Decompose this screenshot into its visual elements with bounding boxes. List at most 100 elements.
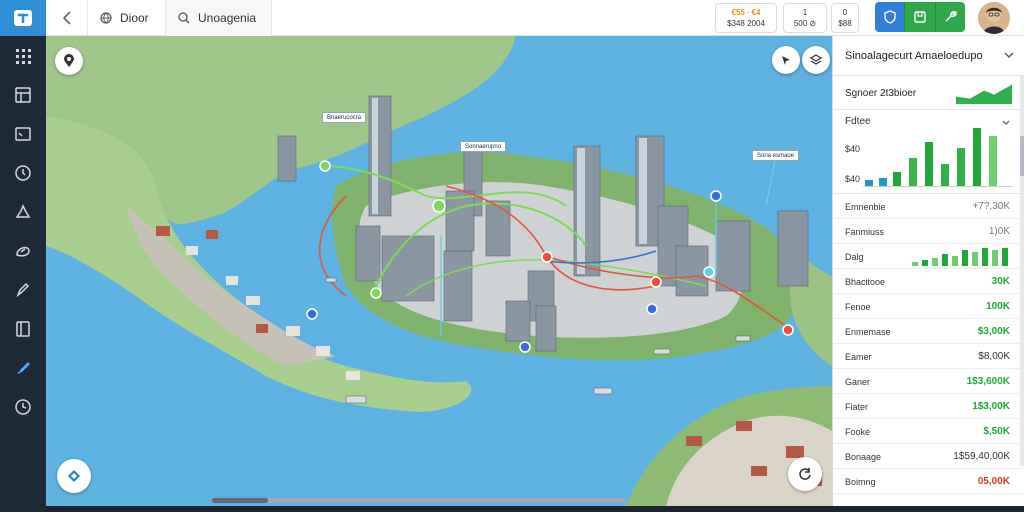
table-row[interactable]: Fiater 1$3,00K <box>833 394 1024 419</box>
layers-icon <box>810 54 822 65</box>
rail-item-history[interactable] <box>0 387 46 426</box>
details-panel: Sinoalagecurt Amaeloedupo Sgnoer 2t3bioe… <box>832 36 1024 506</box>
row-label: Ganer <box>845 377 871 387</box>
table-row[interactable]: Fanmiuss 1)0K <box>833 219 1024 244</box>
scroll-thumb[interactable] <box>212 498 268 503</box>
rail-item-compass[interactable] <box>0 231 46 270</box>
summary-row: Sgnoer 2t3bioer <box>833 76 1024 110</box>
app-logo-icon[interactable] <box>0 0 46 36</box>
stat-2-top: 1 <box>802 8 808 17</box>
table-row[interactable]: Bhacitooe 30K <box>833 269 1024 294</box>
rail-item-paint[interactable] <box>0 348 46 387</box>
row-label: Fiater <box>845 402 869 412</box>
map-horizontal-scrollbar[interactable] <box>212 498 626 503</box>
history-icon <box>15 398 31 415</box>
panel-rows: Emnenbie +7?,30K Fanmiuss 1)0K Dalg Bhacitooe… <box>833 194 1024 494</box>
table-row[interactable]: Ganer 1$3,600K <box>833 369 1024 394</box>
user-avatar[interactable] <box>978 2 1010 34</box>
location-pin-icon <box>64 54 74 67</box>
back-button[interactable] <box>46 0 88 36</box>
stat-3-bottom: $88 <box>838 19 852 28</box>
clock-icon <box>15 164 31 181</box>
row-label: Bhacitooe <box>845 277 886 287</box>
tool-button[interactable] <box>934 2 965 32</box>
left-rail <box>0 0 46 512</box>
row-label: Fanmiuss <box>845 227 885 237</box>
action-group <box>875 2 965 32</box>
table-row[interactable]: Dalg <box>833 244 1024 269</box>
map-tag-3[interactable]: Sona esmaoe <box>752 150 800 161</box>
row-label: Fooke <box>845 427 871 437</box>
search-icon <box>178 12 190 24</box>
panel-header[interactable]: Sinoalagecurt Amaeloedupo <box>833 36 1024 76</box>
panel-scrollbar[interactable] <box>1020 76 1024 466</box>
globe-icon <box>100 12 112 24</box>
panel-bar-chart <box>863 128 1013 187</box>
tab-unoagenia-label: Unoagenia <box>198 11 257 25</box>
row-mini-bars <box>912 248 1008 266</box>
rail-item-clock[interactable] <box>0 153 46 192</box>
table-row[interactable]: Bonaage 1$59,40,00K <box>833 444 1024 469</box>
rail-item-chart[interactable] <box>0 114 46 153</box>
row-value: 1$3,600K <box>966 376 1010 387</box>
chevron-down-icon[interactable] <box>1004 52 1014 59</box>
row-label: Bonaage <box>845 452 882 462</box>
map-viewport[interactable]: Bnaerucocra Sonnaerupno Sona esmaoe <box>46 36 832 506</box>
map-tag-2[interactable]: Sonnaerupno <box>460 141 507 152</box>
chart-y-label-2: $40 <box>845 174 861 184</box>
mini-bar <box>912 262 918 266</box>
table-row[interactable]: Emnenbie +7?,30K <box>833 194 1024 219</box>
map-layers-button[interactable] <box>802 46 830 74</box>
rail-item-home[interactable] <box>0 192 46 231</box>
table-row[interactable]: Enmemase $3,00K <box>833 319 1024 344</box>
rail-item-layers[interactable] <box>0 75 46 114</box>
rail-item-edit[interactable] <box>0 270 46 309</box>
row-label: Eamer <box>845 352 872 362</box>
stat-badge-1[interactable]: €55 ∙ €4 $348 2004 <box>715 3 777 33</box>
chevron-left-icon <box>62 11 71 25</box>
rail-item-panel[interactable] <box>0 309 46 348</box>
row-label: Enmemase <box>845 327 891 337</box>
map-rotate-button[interactable] <box>788 457 822 491</box>
shield-icon <box>883 10 896 24</box>
map-cursor-button[interactable] <box>772 46 800 74</box>
mini-bar <box>952 256 958 266</box>
rail-item-grid[interactable] <box>0 36 46 75</box>
city-map-scene <box>46 36 832 506</box>
save-button[interactable] <box>904 2 935 32</box>
row-value: 1$3,00K <box>972 401 1010 412</box>
row-value: 1)0K <box>988 226 1010 237</box>
stat-1-top: €55 ∙ €4 <box>731 8 761 17</box>
shield-button[interactable] <box>875 2 905 32</box>
mini-bar <box>982 248 988 266</box>
navigation-icon <box>68 470 80 482</box>
map-location-button[interactable] <box>55 47 83 75</box>
panel-scroll-thumb[interactable] <box>1020 136 1024 176</box>
stat-badge-2[interactable]: 1 500 ⊘ <box>783 3 827 33</box>
row-value: +7?,30K <box>972 201 1010 212</box>
chart-title: Fdtee <box>845 116 871 127</box>
save-icon <box>914 11 926 23</box>
summary-trend-chart <box>956 83 1012 104</box>
table-row[interactable]: Fenoe 100K <box>833 294 1024 319</box>
table-row[interactable]: Fooke $,50K <box>833 419 1024 444</box>
stat-badge-3[interactable]: 0 $88 <box>831 3 859 33</box>
map-tag-1[interactable]: Bnaerucocra <box>322 112 367 123</box>
panel-icon <box>16 320 30 337</box>
table-row[interactable]: Eamer $8,00K <box>833 344 1024 369</box>
compass-icon <box>16 246 30 257</box>
cursor-icon <box>782 56 790 65</box>
chart-collapse-icon[interactable] <box>1002 120 1010 126</box>
stat-3-top: 0 <box>842 8 848 17</box>
home-icon <box>15 203 31 218</box>
top-bar: Dioor Unoagenia €55 ∙ €4 $348 2004 1 500… <box>46 0 1024 36</box>
mini-bar <box>992 250 998 266</box>
tab-unoagenia[interactable]: Unoagenia <box>166 0 272 36</box>
row-value: $,50K <box>983 426 1010 437</box>
row-value: 05,00K <box>977 476 1010 487</box>
table-row[interactable]: Boimng 05,00K <box>833 469 1024 494</box>
map-navigate-button[interactable] <box>57 459 91 493</box>
tab-dioor-label: Dioor <box>120 11 149 25</box>
tab-dioor[interactable]: Dioor <box>88 0 166 36</box>
bottom-strip <box>46 506 1024 512</box>
